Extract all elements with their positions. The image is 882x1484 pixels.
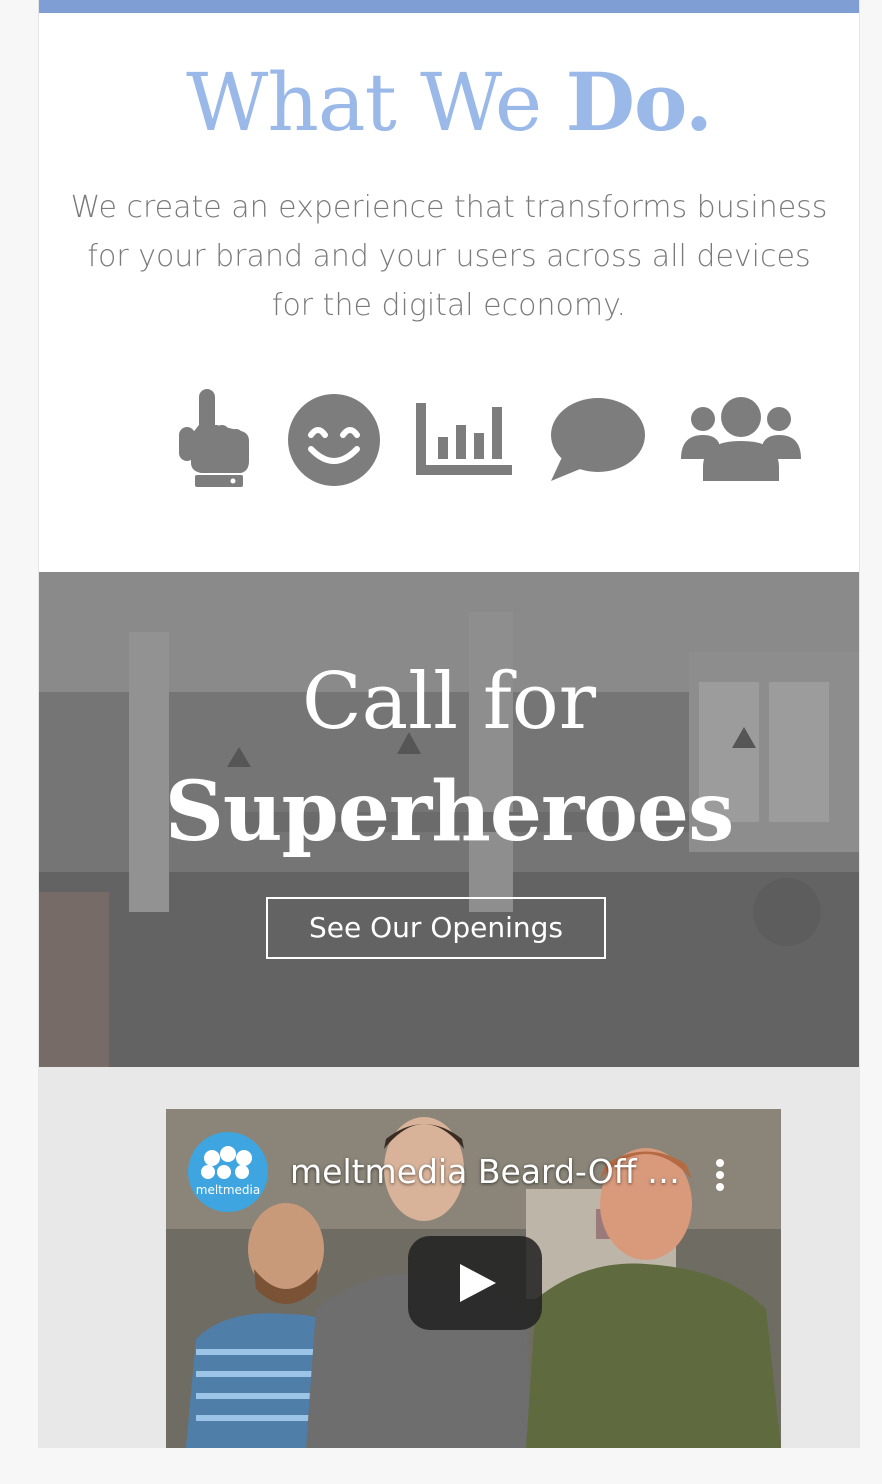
video-title[interactable]: meltmedia Beard-Off C... (290, 1150, 686, 1194)
section-title: What We Do. (39, 52, 859, 153)
meltmedia-logo-icon (201, 1146, 252, 1179)
top-accent-bar (39, 0, 859, 13)
chat-bubble-icon (549, 397, 645, 483)
careers-hero: Call for Superheroes See Our Openings (39, 572, 859, 1067)
section-title-bold: Do. (565, 55, 713, 149)
smile-icon (287, 393, 381, 487)
channel-avatar[interactable]: meltmedia (188, 1132, 268, 1212)
hero-title-line1: Call for (302, 657, 596, 747)
play-icon (460, 1264, 496, 1302)
more-vertical-icon (716, 1159, 724, 1191)
pointing-hand-icon (177, 385, 253, 489)
play-button[interactable] (408, 1236, 542, 1330)
video-section: meltmedia meltmedia Beard-Off C... (39, 1067, 859, 1448)
services-icons (39, 385, 859, 495)
see-openings-button[interactable]: See Our Openings (266, 897, 606, 959)
page: What We Do. We create an experience that… (38, 0, 860, 1448)
section-title-regular: What We (186, 56, 566, 149)
bar-chart-icon (416, 403, 512, 475)
users-group-icon (681, 397, 801, 481)
hero-title-line2: Superheroes (164, 764, 735, 860)
more-options-button[interactable] (706, 1155, 734, 1195)
youtube-video-embed[interactable]: meltmedia meltmedia Beard-Off C... (166, 1109, 781, 1448)
channel-name: meltmedia (195, 1183, 261, 1197)
intro-text: We create an experience that transforms … (70, 190, 828, 323)
